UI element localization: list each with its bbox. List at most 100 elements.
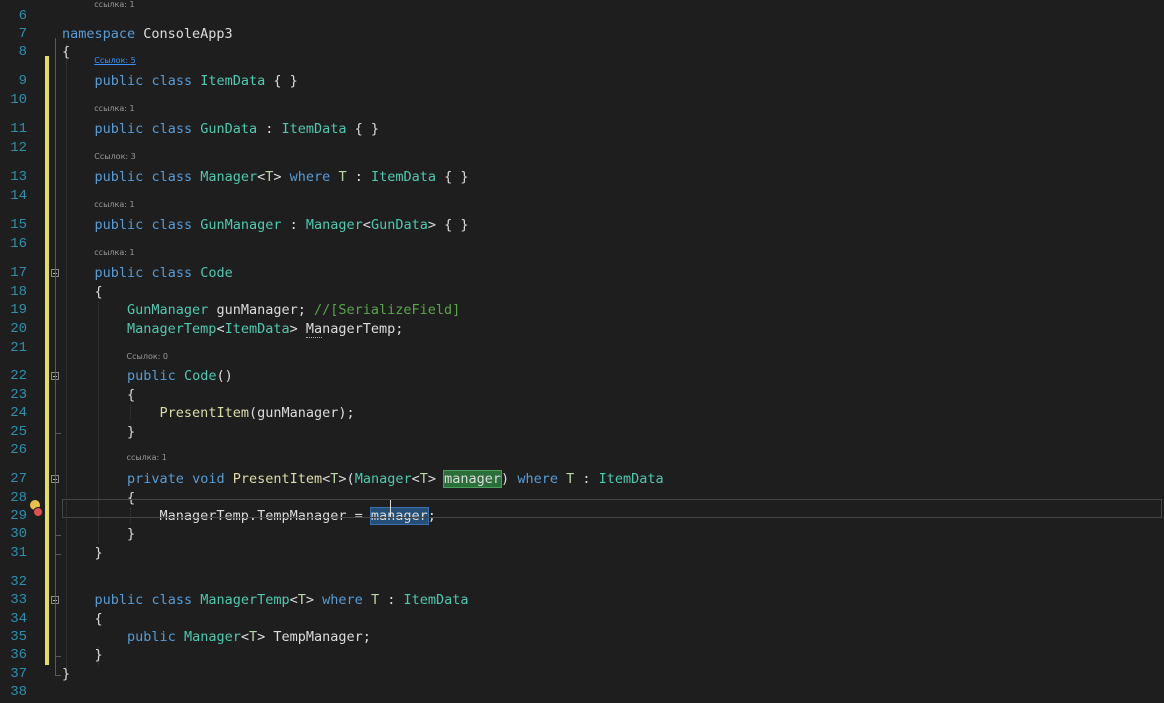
code-token: Manager: [354, 471, 412, 487]
code-text[interactable]: public class GunData : ItemData { }: [62, 120, 380, 138]
code-line[interactable]: 36 }: [0, 646, 1164, 666]
code-token: ): [501, 471, 518, 487]
line-number: 32: [10, 574, 27, 590]
code-token: }: [62, 666, 71, 682]
code-text[interactable]: public Code(): [62, 367, 233, 385]
line-number: 24: [10, 405, 27, 421]
code-line[interactable]: 37}: [0, 665, 1164, 685]
error-icon: [33, 507, 43, 517]
code-token: ManagerTemp: [127, 321, 217, 337]
code-line[interactable]: 10: [0, 91, 1164, 111]
code-token: public: [94, 121, 144, 137]
codelens-references[interactable]: ссылка: 1: [94, 0, 134, 10]
code-token: :: [257, 121, 282, 137]
code-text[interactable]: {: [62, 43, 70, 61]
code-line[interactable]: 27 private void PresentItem<T>(Manager<T…: [0, 470, 1164, 490]
code-line[interactable]: 38: [0, 683, 1164, 703]
code-line[interactable]: 30 }: [0, 525, 1164, 545]
code-token: GunManager: [127, 302, 209, 318]
codelens-references[interactable]: ссылка: 1: [127, 453, 167, 463]
line-number: 31: [10, 545, 27, 561]
code-text[interactable]: PresentItem(gunManager);: [62, 404, 355, 422]
code-line[interactable]: 33 public class ManagerTemp<T> where T :…: [0, 591, 1164, 611]
code-line[interactable]: 15 public class GunManager : Manager<Gun…: [0, 216, 1164, 236]
code-text[interactable]: }: [62, 423, 135, 441]
code-text[interactable]: public class Code: [62, 264, 233, 282]
code-token: where: [322, 592, 363, 608]
code-line[interactable]: 7 namespace ConsoleApp3: [0, 25, 1164, 45]
code-text[interactable]: public class Manager<T> where T : ItemDa…: [62, 168, 469, 186]
code-token: <: [289, 592, 298, 608]
code-text[interactable]: }: [62, 665, 70, 683]
codelens-references[interactable]: ссылка: 1: [94, 248, 134, 258]
code-line[interactable]: 24 PresentItem(gunManager);: [0, 404, 1164, 424]
codelens-references[interactable]: ссылка: 1: [94, 104, 134, 114]
code-text[interactable]: ManagerTemp<ItemData> ManagerTemp;: [62, 320, 403, 338]
code-line[interactable]: 11 public class GunData : ItemData { }: [0, 120, 1164, 140]
line-number: 18: [10, 284, 27, 300]
code-text[interactable]: }: [62, 544, 103, 562]
code-text[interactable]: namespace ConsoleApp3: [62, 25, 233, 43]
code-editor[interactable]: 6 7 namespace ConsoleApp3 8{ 9 public class …: [0, 0, 1164, 700]
code-token: > { }: [427, 217, 469, 233]
code-token: class: [151, 217, 193, 233]
code-text[interactable]: {: [62, 386, 135, 404]
line-number: 26: [10, 442, 27, 458]
codelens-references[interactable]: ссылка: 1: [94, 200, 134, 210]
code-token: public: [94, 592, 144, 608]
code-line[interactable]: 16: [0, 235, 1164, 255]
code-text[interactable]: public class ItemData { }: [62, 72, 298, 90]
code-line[interactable]: 14: [0, 187, 1164, 207]
code-line[interactable]: 9 public class ItemData { }: [0, 72, 1164, 92]
code-text[interactable]: }: [62, 646, 103, 664]
code-text[interactable]: {: [62, 610, 103, 628]
codelens-references[interactable]: Ссылок: 3: [94, 152, 135, 162]
line-number: 30: [10, 526, 27, 542]
code-text[interactable]: public class ManagerTemp<T> where T : It…: [62, 591, 469, 609]
code-text[interactable]: private void PresentItem<T>(Manager<T> m…: [62, 470, 664, 488]
code-line[interactable]: 13 public class Manager<T> where T : Ite…: [0, 168, 1164, 188]
code-text[interactable]: }: [62, 525, 135, 543]
code-line[interactable]: 12: [0, 139, 1164, 159]
code-line[interactable]: 6: [0, 7, 1164, 27]
code-token: GunData: [370, 217, 428, 233]
code-token: nagerTemp;: [322, 321, 404, 337]
code-line[interactable]: 18 {: [0, 283, 1164, 303]
code-token: manager: [443, 470, 503, 488]
code-token: PresentItem: [232, 471, 323, 487]
code-line[interactable]: 32: [0, 573, 1164, 593]
code-line[interactable]: 25 }: [0, 423, 1164, 443]
code-line[interactable]: 23 {: [0, 386, 1164, 406]
code-token: { }: [265, 73, 298, 89]
line-number: 22: [10, 368, 27, 384]
line-number: 37: [10, 666, 27, 682]
code-line[interactable]: 21: [0, 339, 1164, 359]
code-line[interactable]: 31 }: [0, 544, 1164, 564]
codelens-references[interactable]: Ссылок: 5: [94, 56, 135, 66]
code-token: gunManager;: [208, 302, 314, 318]
code-line[interactable]: 34 {: [0, 610, 1164, 630]
code-line[interactable]: 35 public Manager<T> TempManager;: [0, 628, 1164, 648]
codelens-references[interactable]: Ссылок: 0: [127, 352, 168, 362]
code-text[interactable]: public Manager<T> TempManager;: [62, 628, 371, 646]
code-line[interactable]: 20 ManagerTemp<ItemData> ManagerTemp;: [0, 320, 1164, 340]
code-line[interactable]: 22 public Code(): [0, 367, 1164, 387]
code-text[interactable]: GunManager gunManager; //[SerializeField…: [62, 301, 460, 319]
code-token: :: [379, 592, 404, 608]
code-text[interactable]: public class GunManager : Manager<GunDat…: [62, 216, 469, 234]
line-number: 27: [10, 471, 27, 487]
code-line[interactable]: 19 GunManager gunManager; //[SerializeFi…: [0, 301, 1164, 321]
code-text[interactable]: {: [62, 283, 103, 301]
code-token: >(: [338, 471, 355, 487]
code-line[interactable]: 8{: [0, 43, 1164, 63]
code-line[interactable]: 17 public class Code: [0, 264, 1164, 284]
code-line[interactable]: 26: [0, 441, 1164, 461]
